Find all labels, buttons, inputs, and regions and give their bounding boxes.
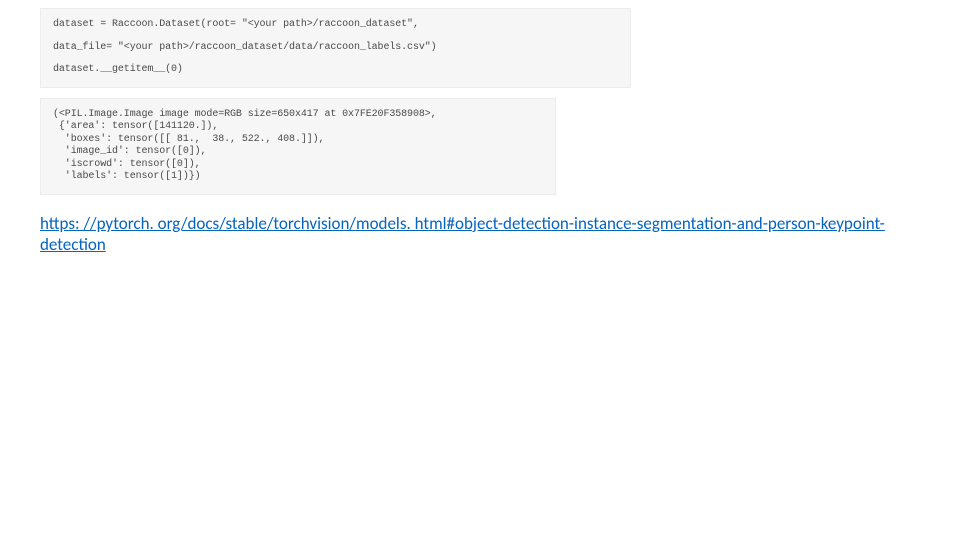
code-line: (<PIL.Image.Image image mode=RGB size=65…	[53, 109, 437, 120]
code-line: 'iscrowd': tensor([0]),	[53, 159, 201, 170]
code-output-block: (<PIL.Image.Image image mode=RGB size=65…	[40, 98, 556, 195]
code-line: 'boxes': tensor([[ 81., 38., 522., 408.]…	[53, 134, 324, 145]
pytorch-docs-link[interactable]: https: //pytorch. org/docs/stable/torchv…	[40, 213, 885, 255]
code-line: dataset = Raccoon.Dataset(root= "<your p…	[53, 19, 419, 30]
code-line: dataset.__getitem__(0)	[53, 64, 183, 75]
code-line: 'labels': tensor([1])})	[53, 171, 201, 182]
slide: dataset = Raccoon.Dataset(root= "<your p…	[0, 0, 960, 540]
reference-link-paragraph: https: //pytorch. org/docs/stable/torchv…	[40, 213, 920, 256]
code-input-block: dataset = Raccoon.Dataset(root= "<your p…	[40, 8, 631, 88]
code-line: 'image_id': tensor([0]),	[53, 146, 206, 157]
code-line: {'area': tensor([141120.]),	[53, 121, 218, 132]
code-line: data_file= "<your path>/raccoon_dataset/…	[53, 42, 437, 53]
